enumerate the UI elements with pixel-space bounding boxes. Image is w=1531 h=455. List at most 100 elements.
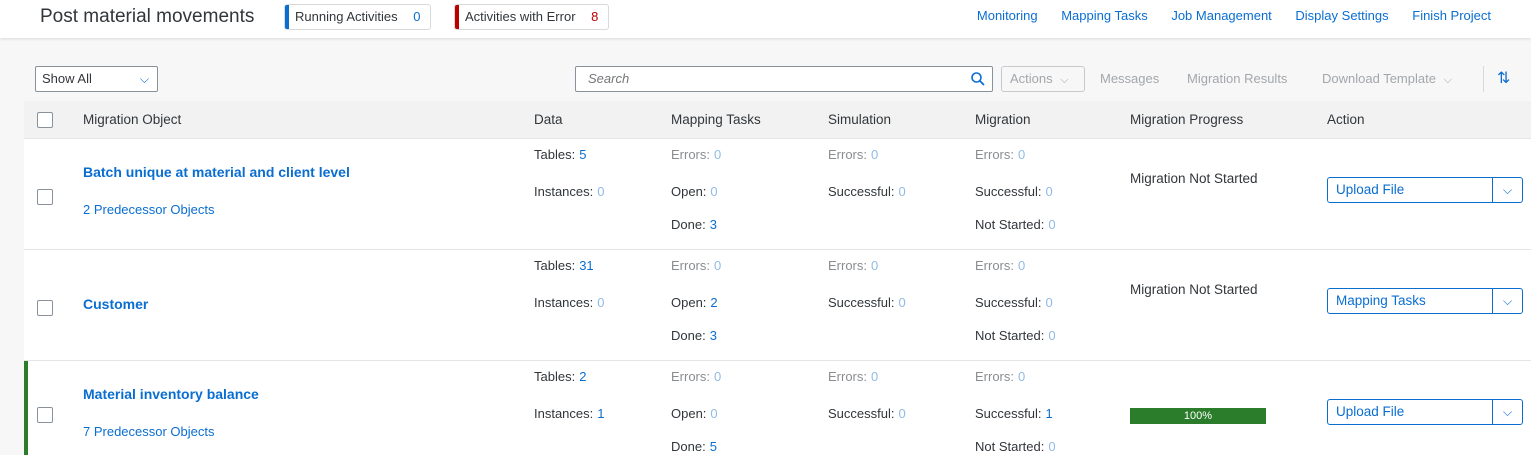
chevron-down-icon: ⌵ xyxy=(1060,74,1069,86)
not-started-label: Not Started: xyxy=(975,328,1045,343)
instances-value[interactable]: 1 xyxy=(597,406,604,421)
errors-value: 0 xyxy=(714,369,722,384)
job-management-link[interactable]: Job Management xyxy=(1171,8,1271,23)
simulation-errors: Errors: 0 xyxy=(828,369,878,384)
table-row[interactable]: Batch unique at material and client leve… xyxy=(24,139,1531,250)
table-row[interactable]: Customer Tables: 31 Instances: 0 Errors: 0 … xyxy=(24,250,1531,361)
search-input[interactable]: Search xyxy=(575,66,993,92)
simulation-errors: Errors: 0 xyxy=(828,147,878,162)
mapping-open: Open: 0 xyxy=(671,406,718,421)
activities-with-error-count: 8 xyxy=(591,9,599,24)
monitoring-link[interactable]: Monitoring xyxy=(977,8,1038,23)
chevron-down-icon[interactable]: ⌵ xyxy=(1492,178,1522,202)
instances-label: Instances: xyxy=(534,406,594,421)
tables-value[interactable]: 5 xyxy=(579,147,586,162)
data-instances: Instances: 0 xyxy=(534,295,605,310)
open-label: Open: xyxy=(671,295,707,310)
chevron-down-icon: ⌵ xyxy=(1443,74,1452,86)
chevron-down-icon[interactable]: ⌵ xyxy=(1492,289,1522,313)
table-row[interactable]: Material inventory balance 7 Predecessor… xyxy=(24,361,1531,455)
migration-errors: Errors: 0 xyxy=(975,147,1025,162)
actions-button[interactable]: Actions ⌵ xyxy=(1001,66,1085,92)
simulation-successful: Successful: 0 xyxy=(828,406,906,421)
action-split-button[interactable]: Upload File ⌵ xyxy=(1327,177,1523,203)
actions-label: Actions xyxy=(1010,71,1053,86)
migration-successful: Successful: 0 xyxy=(975,184,1053,199)
mapping-open: Open: 2 xyxy=(671,295,718,310)
activities-with-error-badge[interactable]: Activities with Error 8 xyxy=(454,4,610,30)
mapping-done: Done: 3 xyxy=(671,217,717,232)
tables-value[interactable]: 31 xyxy=(579,258,593,273)
chevron-down-icon: ⌵ xyxy=(139,72,149,86)
action-split-button[interactable]: Mapping Tasks ⌵ xyxy=(1327,288,1523,314)
migration-object-link[interactable]: Batch unique at material and client leve… xyxy=(83,164,350,180)
search-placeholder: Search xyxy=(588,71,630,86)
select-all-checkbox[interactable] xyxy=(37,112,53,128)
successful-value: 0 xyxy=(898,295,906,310)
errors-value: 0 xyxy=(714,258,722,273)
open-label: Open: xyxy=(671,184,707,199)
instances-value: 0 xyxy=(597,184,605,199)
migration-successful: Successful: 0 xyxy=(975,295,1053,310)
mapping-tasks-link[interactable]: Mapping Tasks xyxy=(1061,8,1147,23)
row-checkbox[interactable] xyxy=(37,300,53,316)
filter-select-value: Show All xyxy=(42,71,92,86)
tables-label: Tables: xyxy=(534,369,576,384)
filter-select[interactable]: Show All ⌵ xyxy=(35,66,158,92)
instances-value: 0 xyxy=(597,295,605,310)
errors-value: 0 xyxy=(871,147,879,162)
finish-project-link[interactable]: Finish Project xyxy=(1412,8,1491,23)
data-tables: Tables: 2 xyxy=(534,369,586,384)
action-split-button[interactable]: Upload File ⌵ xyxy=(1327,399,1523,425)
errors-label: Errors: xyxy=(671,147,710,162)
migration-errors: Errors: 0 xyxy=(975,258,1025,273)
mapping-done: Done: 3 xyxy=(671,328,717,343)
successful-label: Successful: xyxy=(975,406,1042,421)
done-value[interactable]: 3 xyxy=(710,328,717,343)
migration-status: Migration Not Started xyxy=(1130,171,1258,186)
tables-value[interactable]: 2 xyxy=(579,369,586,384)
col-migration: Migration xyxy=(975,112,1031,127)
page-header: Post material movements Running Activiti… xyxy=(0,0,1531,38)
open-value[interactable]: 2 xyxy=(710,295,717,310)
successful-value: 0 xyxy=(898,406,906,421)
done-value[interactable]: 5 xyxy=(710,439,717,454)
successful-value[interactable]: 1 xyxy=(1045,406,1052,421)
download-template-button[interactable]: Download Template ⌵ xyxy=(1322,71,1452,87)
migration-object-link[interactable]: Material inventory balance xyxy=(83,386,259,402)
done-value[interactable]: 3 xyxy=(710,217,717,232)
running-activities-badge[interactable]: Running Activities 0 xyxy=(284,4,432,30)
chevron-down-icon[interactable]: ⌵ xyxy=(1492,400,1522,424)
migration-results-button[interactable]: Migration Results xyxy=(1187,71,1287,86)
tables-label: Tables: xyxy=(534,147,576,162)
running-activities-count: 0 xyxy=(413,9,421,24)
mapping-errors: Errors: 0 xyxy=(671,147,721,162)
col-action: Action xyxy=(1327,112,1365,127)
simulation-errors: Errors: 0 xyxy=(828,258,878,273)
migration-object-link[interactable]: Customer xyxy=(83,296,148,312)
predecessor-objects-link[interactable]: 7 Predecessor Objects xyxy=(83,424,215,439)
mapping-tasks-button[interactable]: Mapping Tasks xyxy=(1336,293,1426,308)
not-started-value: 0 xyxy=(1048,217,1056,232)
messages-button[interactable]: Messages xyxy=(1100,71,1159,86)
done-label: Done: xyxy=(671,217,706,232)
errors-label: Errors: xyxy=(828,369,867,384)
data-instances: Instances: 1 xyxy=(534,406,605,421)
sort-icon[interactable]: ⇅ xyxy=(1497,68,1510,88)
toolbar-separator xyxy=(1483,66,1484,92)
display-settings-link[interactable]: Display Settings xyxy=(1295,8,1388,23)
row-checkbox[interactable] xyxy=(37,189,53,205)
upload-file-button[interactable]: Upload File xyxy=(1336,182,1404,197)
successful-label: Successful: xyxy=(828,184,895,199)
predecessor-objects-link[interactable]: 2 Predecessor Objects xyxy=(83,202,215,217)
errors-label: Errors: xyxy=(671,258,710,273)
upload-file-button[interactable]: Upload File xyxy=(1336,404,1404,419)
migration-status: Migration Not Started xyxy=(1130,282,1258,297)
errors-label: Errors: xyxy=(671,369,710,384)
open-value: 0 xyxy=(710,184,718,199)
successful-label: Successful: xyxy=(828,406,895,421)
search-icon[interactable] xyxy=(970,71,986,87)
simulation-successful: Successful: 0 xyxy=(828,184,906,199)
errors-value: 0 xyxy=(871,369,879,384)
row-checkbox[interactable] xyxy=(37,407,53,423)
